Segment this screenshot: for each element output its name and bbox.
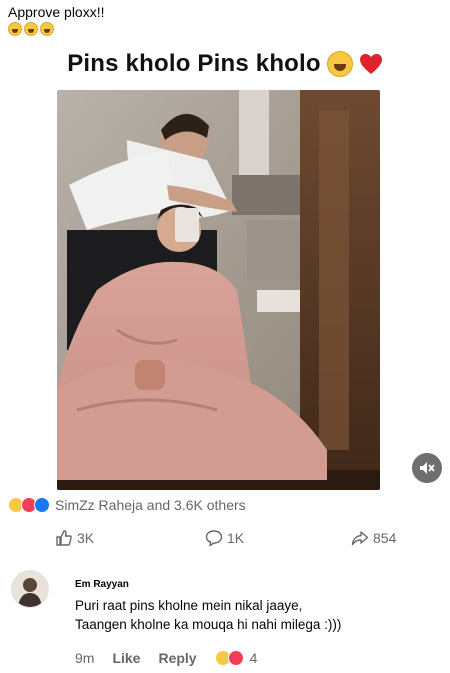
comment-text-line: Taangen kholne ka mouqa hi nahi milega :… [75, 617, 342, 632]
like-count: 3K [77, 530, 95, 546]
caption-emoji-row [8, 22, 54, 36]
comment-bubble: Em Rayyan Puri raat pins kholne mein nik… [63, 570, 403, 636]
reaction-icons [8, 497, 50, 513]
video-frame-illustration [57, 90, 380, 490]
laughing-face-icon [24, 22, 38, 36]
post-action-bar: 3K 1K 854 [0, 527, 450, 551]
laughing-face-icon [326, 51, 353, 77]
commenter-avatar[interactable] [11, 570, 49, 608]
reactions-summary[interactable]: SimZz Raheja and 3.6K others [8, 496, 246, 514]
comment-reply-button[interactable]: Reply [158, 650, 196, 666]
meme-title: Pins kholo Pins kholo [0, 50, 450, 78]
red-heart-icon [359, 54, 382, 74]
comment-like-button[interactable]: Like [112, 650, 140, 666]
love-reaction-icon [227, 650, 244, 666]
comment-action[interactable]: 1K [205, 529, 244, 547]
comment-text-line: Puri raat pins kholne mein nikal jaaye, [75, 598, 303, 613]
share-count: 854 [373, 530, 397, 546]
person-avatar-icon [12, 571, 48, 607]
like-reaction-icon [34, 497, 50, 513]
laughing-face-icon [8, 22, 22, 36]
comment-text: Puri raat pins kholne mein nikal jaaye, … [75, 596, 341, 634]
mute-button[interactable] [412, 453, 442, 483]
speaker-muted-icon [420, 462, 435, 474]
comment-count: 1K [227, 530, 245, 546]
like-action[interactable]: 3K [55, 529, 94, 547]
share-action[interactable]: 854 [351, 529, 396, 547]
comment-author[interactable]: Em Rayyan [75, 579, 129, 590]
post-caption: Approve ploxx!! [8, 4, 105, 20]
share-arrow-icon [351, 531, 369, 546]
meme-title-text: Pins kholo Pins kholo [67, 50, 321, 77]
post-video[interactable] [57, 90, 380, 490]
thumbs-up-icon [56, 530, 72, 546]
comment-reaction-count: 4 [249, 650, 258, 666]
comment-meta: 9m Like Reply 4 [75, 650, 257, 666]
comment: Em Rayyan Puri raat pins kholne mein nik… [0, 570, 450, 673]
reactions-summary-text: SimZz Raheja and 3.6K others [55, 497, 246, 513]
comment-reactions[interactable]: 4 [214, 650, 258, 666]
comment-timestamp: 9m [75, 650, 95, 666]
laughing-face-icon [40, 22, 54, 36]
comment-bubble-icon [205, 530, 223, 547]
